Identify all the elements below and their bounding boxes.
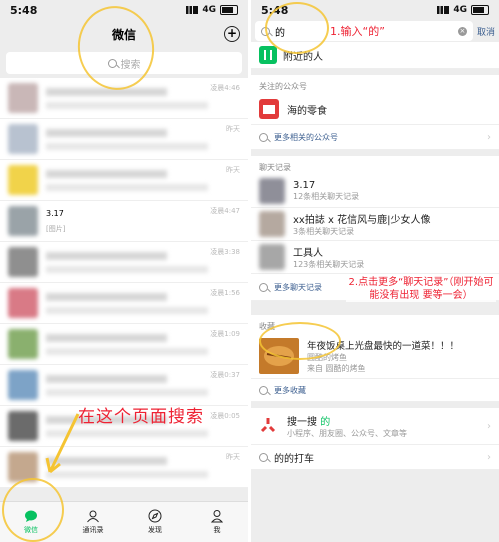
avatar (8, 370, 38, 400)
chevron-right-icon: › (487, 420, 491, 432)
person-icon (210, 510, 224, 523)
annotation-type-de: 1.输入“的” (330, 25, 385, 38)
chevron-right-icon: › (487, 131, 491, 143)
search-icon (259, 282, 268, 292)
contacts-icon (87, 510, 99, 523)
chat-time: 凌晨0:05 (210, 412, 240, 420)
avatar (8, 165, 38, 195)
chat-time: 凌晨1:56 (210, 289, 240, 297)
chat-result-row[interactable]: 3.17 12条相关聊天记录 (251, 175, 499, 208)
avatar (8, 83, 38, 113)
chat-result-title: 3.17 (293, 180, 316, 191)
favorite-source: 来自 圆酷的烤鱼 (307, 364, 366, 373)
suggestion-row[interactable]: 的的打车 › (251, 445, 499, 470)
sousou-sub: 小程序、朋友圈、公众号、文章等 (287, 429, 407, 438)
nearby-people-icon (259, 46, 277, 64)
more-chats-row[interactable]: 更多聊天记录 2.点击更多“聊天记录”（刚开始可能没有出现 要等一会） (251, 274, 499, 302)
signal-icon (437, 6, 450, 14)
signal-icon (186, 6, 199, 14)
sousou-icon (260, 418, 276, 433)
chat-time: 凌晨3:38 (210, 248, 240, 256)
network-label: 4G (202, 5, 216, 15)
chat-message: [图片] (46, 224, 66, 233)
chat-row[interactable]: 昨天 (0, 119, 248, 160)
chat-time: 凌晨4:47 (210, 207, 240, 215)
more-public-row[interactable]: 更多相关的公众号 › (251, 125, 499, 150)
highlight-circle (265, 2, 329, 54)
section-header: 关注的公众号 (251, 75, 499, 94)
cancel-button[interactable]: 取消 (477, 25, 495, 38)
chevron-right-icon: › (487, 451, 491, 463)
tab-me[interactable]: 我 (186, 502, 248, 542)
tab-label: 发现 (148, 526, 162, 534)
add-plus-icon[interactable]: + (224, 26, 240, 42)
avatar (8, 411, 38, 441)
clear-icon[interactable]: × (457, 26, 467, 36)
sousou-query: 的 (320, 417, 331, 428)
highlight-circle (259, 322, 341, 360)
network-label: 4G (453, 5, 467, 15)
public-account-name: 海的零食 (287, 105, 327, 117)
chat-row[interactable]: 3.17 [图片] 凌晨4:47 (0, 201, 248, 242)
avatar (259, 244, 285, 270)
chat-row[interactable]: 凌晨3:38 (0, 242, 248, 283)
battery-icon (220, 5, 238, 15)
chat-row[interactable]: 凌晨0:37 (0, 365, 248, 406)
tab-label: 通讯录 (82, 526, 104, 534)
annotation-search-here: 在这个页面搜索 (78, 407, 204, 427)
chat-time: 凌晨4:46 (210, 84, 240, 92)
tab-discover[interactable]: 发现 (124, 502, 186, 542)
chat-result-sub: 3条相关聊天记录 (293, 227, 355, 236)
tab-label: 我 (213, 526, 221, 534)
public-account-row[interactable]: 海的零食 (251, 94, 499, 125)
chat-row[interactable]: 昨天 (0, 160, 248, 201)
chat-result-sub: 123条相关聊天记录 (293, 260, 365, 269)
compass-icon (148, 509, 162, 523)
chat-time: 昨天 (226, 125, 240, 133)
avatar (8, 124, 38, 154)
chat-result-sub: 12条相关聊天记录 (293, 192, 360, 201)
highlight-circle (2, 478, 64, 542)
chat-result-row[interactable]: xx拍誌 x 花信风与鹿|少女人像 3条相关聊天记录 (251, 208, 499, 241)
right-phone-screen: 5:48 4G 的 1.输入“的” × 取消 附近的人 关注的公众号 海的零食 … (251, 0, 499, 542)
sousou-row[interactable]: 搜一搜 的小程序、朋友圈、公众号、文章等 › (251, 408, 499, 445)
avatar (8, 247, 38, 277)
chat-result-row[interactable]: 工具人 123条相关聊天记录 (251, 241, 499, 274)
chat-time: 昨天 (226, 166, 240, 174)
chat-time: 昨天 (226, 453, 240, 461)
sousou-title: 搜一搜 (287, 417, 317, 428)
tab-contacts[interactable]: 通讯录 (62, 502, 124, 542)
suggestion-text: 的的打车 (274, 453, 314, 465)
chat-title: 3.17 (46, 208, 64, 218)
avatar (8, 206, 38, 236)
chat-result-title: 工具人 (293, 248, 323, 259)
more-public-link: 更多相关的公众号 (274, 132, 338, 142)
chat-time: 凌晨1:09 (210, 330, 240, 338)
avatar (259, 211, 285, 237)
search-icon (259, 132, 268, 142)
avatar (8, 288, 38, 318)
avatar (8, 329, 38, 359)
status-time: 5:48 (10, 3, 38, 17)
chat-time: 凌晨0:37 (210, 371, 240, 379)
more-favorites-link: 更多收藏 (274, 385, 306, 395)
more-favorites-row[interactable]: 更多收藏 (251, 379, 499, 402)
left-phone-screen: 5:48 4G 微信 + 搜索 凌晨4:46 昨天 昨天 3.17 [图片] 凌晨4… (0, 0, 248, 542)
search-icon (259, 385, 268, 395)
search-icon (259, 452, 268, 462)
more-chats-link: 更多聊天记录 (274, 282, 322, 292)
section-header: 聊天记录 (251, 156, 499, 175)
chat-result-title: xx拍誌 x 花信风与鹿|少女人像 (293, 215, 431, 226)
annotation-click-more: 2.点击更多“聊天记录”（刚开始可能没有出现 要等一会） (346, 276, 496, 302)
battery-icon (471, 5, 489, 15)
shop-logo-icon (259, 99, 279, 119)
chat-row[interactable]: 凌晨1:09 (0, 324, 248, 365)
chat-row[interactable]: 凌晨1:56 (0, 283, 248, 324)
avatar (259, 178, 285, 204)
annotation-arrow (45, 413, 80, 474)
